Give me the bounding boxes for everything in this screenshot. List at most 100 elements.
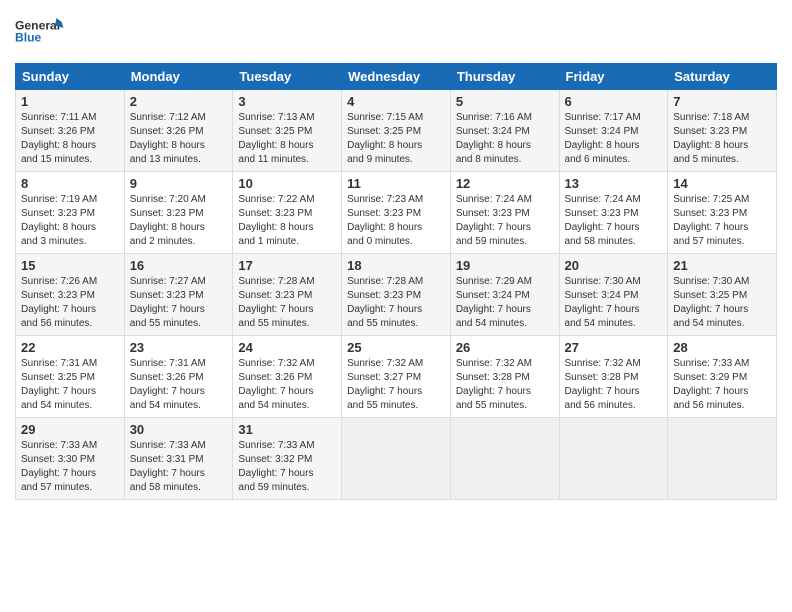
calendar-header-wednesday: Wednesday [342, 64, 451, 90]
day-detail: Sunrise: 7:33 AM Sunset: 3:31 PM Dayligh… [130, 439, 228, 495]
calendar-header-sunday: Sunday [16, 64, 125, 90]
day-number: 21 [673, 258, 771, 273]
day-detail: Sunrise: 7:32 AM Sunset: 3:26 PM Dayligh… [238, 357, 336, 413]
calendar-day-28: 28 Sunrise: 7:33 AM Sunset: 3:29 PM Dayli… [668, 336, 777, 418]
calendar-table: SundayMondayTuesdayWednesdayThursdayFrid… [15, 63, 777, 500]
calendar-day-empty [559, 418, 668, 500]
calendar-day-empty [342, 418, 451, 500]
day-detail: Sunrise: 7:13 AM Sunset: 3:25 PM Dayligh… [238, 111, 336, 167]
day-detail: Sunrise: 7:26 AM Sunset: 3:23 PM Dayligh… [21, 275, 119, 331]
day-detail: Sunrise: 7:30 AM Sunset: 3:24 PM Dayligh… [565, 275, 663, 331]
calendar-day-24: 24 Sunrise: 7:32 AM Sunset: 3:26 PM Dayli… [233, 336, 342, 418]
day-number: 8 [21, 176, 119, 191]
day-number: 29 [21, 422, 119, 437]
day-detail: Sunrise: 7:28 AM Sunset: 3:23 PM Dayligh… [238, 275, 336, 331]
day-detail: Sunrise: 7:32 AM Sunset: 3:28 PM Dayligh… [456, 357, 554, 413]
day-detail: Sunrise: 7:11 AM Sunset: 3:26 PM Dayligh… [21, 111, 119, 167]
day-number: 23 [130, 340, 228, 355]
calendar-day-23: 23 Sunrise: 7:31 AM Sunset: 3:26 PM Dayli… [124, 336, 233, 418]
day-detail: Sunrise: 7:12 AM Sunset: 3:26 PM Dayligh… [130, 111, 228, 167]
calendar-day-19: 19 Sunrise: 7:29 AM Sunset: 3:24 PM Dayli… [450, 254, 559, 336]
calendar-day-22: 22Sunrise: 7:31 AM Sunset: 3:25 PM Dayli… [16, 336, 125, 418]
calendar-week-5: 29 Sunrise: 7:33 AM Sunset: 3:30 PM Dayli… [16, 418, 777, 500]
calendar-day-empty [450, 418, 559, 500]
calendar-day-17: 17 Sunrise: 7:28 AM Sunset: 3:23 PM Dayli… [233, 254, 342, 336]
day-number: 20 [565, 258, 663, 273]
day-number: 1 [21, 94, 119, 109]
day-detail: Sunrise: 7:31 AM Sunset: 3:26 PM Dayligh… [130, 357, 228, 413]
day-number: 7 [673, 94, 771, 109]
calendar-week-4: 22Sunrise: 7:31 AM Sunset: 3:25 PM Dayli… [16, 336, 777, 418]
day-detail: Sunrise: 7:30 AM Sunset: 3:25 PM Dayligh… [673, 275, 771, 331]
day-detail: Sunrise: 7:16 AM Sunset: 3:24 PM Dayligh… [456, 111, 554, 167]
day-number: 3 [238, 94, 336, 109]
day-number: 19 [456, 258, 554, 273]
day-number: 9 [130, 176, 228, 191]
calendar-header-thursday: Thursday [450, 64, 559, 90]
calendar-day-25: 25 Sunrise: 7:32 AM Sunset: 3:27 PM Dayli… [342, 336, 451, 418]
day-number: 16 [130, 258, 228, 273]
day-number: 4 [347, 94, 445, 109]
day-detail: Sunrise: 7:33 AM Sunset: 3:29 PM Dayligh… [673, 357, 771, 413]
day-detail: Sunrise: 7:33 AM Sunset: 3:32 PM Dayligh… [238, 439, 336, 495]
day-number: 30 [130, 422, 228, 437]
day-number: 14 [673, 176, 771, 191]
calendar-header-friday: Friday [559, 64, 668, 90]
calendar-header-tuesday: Tuesday [233, 64, 342, 90]
calendar-day-6: 6 Sunrise: 7:17 AM Sunset: 3:24 PM Daylig… [559, 90, 668, 172]
day-number: 31 [238, 422, 336, 437]
day-detail: Sunrise: 7:22 AM Sunset: 3:23 PM Dayligh… [238, 193, 336, 249]
header: General Blue [15, 10, 777, 55]
day-number: 2 [130, 94, 228, 109]
calendar-day-29: 29 Sunrise: 7:33 AM Sunset: 3:30 PM Dayli… [16, 418, 125, 500]
calendar-day-13: 13 Sunrise: 7:24 AM Sunset: 3:23 PM Dayli… [559, 172, 668, 254]
day-detail: Sunrise: 7:29 AM Sunset: 3:24 PM Dayligh… [456, 275, 554, 331]
day-number: 13 [565, 176, 663, 191]
day-detail: Sunrise: 7:23 AM Sunset: 3:23 PM Dayligh… [347, 193, 445, 249]
calendar-week-3: 15Sunrise: 7:26 AM Sunset: 3:23 PM Dayli… [16, 254, 777, 336]
day-detail: Sunrise: 7:32 AM Sunset: 3:27 PM Dayligh… [347, 357, 445, 413]
day-detail: Sunrise: 7:28 AM Sunset: 3:23 PM Dayligh… [347, 275, 445, 331]
calendar-day-14: 14 Sunrise: 7:25 AM Sunset: 3:23 PM Dayli… [668, 172, 777, 254]
calendar-day-4: 4 Sunrise: 7:15 AM Sunset: 3:25 PM Daylig… [342, 90, 451, 172]
calendar-day-18: 18Sunrise: 7:28 AM Sunset: 3:23 PM Dayli… [342, 254, 451, 336]
calendar-body: 1 Sunrise: 7:11 AM Sunset: 3:26 PM Daylig… [16, 90, 777, 500]
day-detail: Sunrise: 7:19 AM Sunset: 3:23 PM Dayligh… [21, 193, 119, 249]
day-detail: Sunrise: 7:33 AM Sunset: 3:30 PM Dayligh… [21, 439, 119, 495]
day-number: 10 [238, 176, 336, 191]
day-number: 26 [456, 340, 554, 355]
logo-svg: General Blue [15, 10, 65, 55]
day-number: 25 [347, 340, 445, 355]
day-number: 17 [238, 258, 336, 273]
day-number: 12 [456, 176, 554, 191]
logo: General Blue [15, 10, 65, 55]
day-detail: Sunrise: 7:20 AM Sunset: 3:23 PM Dayligh… [130, 193, 228, 249]
calendar-day-2: 2 Sunrise: 7:12 AM Sunset: 3:26 PM Daylig… [124, 90, 233, 172]
day-detail: Sunrise: 7:31 AM Sunset: 3:25 PM Dayligh… [21, 357, 119, 413]
day-detail: Sunrise: 7:24 AM Sunset: 3:23 PM Dayligh… [565, 193, 663, 249]
day-number: 6 [565, 94, 663, 109]
calendar-day-27: 27Sunrise: 7:32 AM Sunset: 3:28 PM Dayli… [559, 336, 668, 418]
calendar-day-20: 20 Sunrise: 7:30 AM Sunset: 3:24 PM Dayli… [559, 254, 668, 336]
day-number: 24 [238, 340, 336, 355]
calendar-day-11: 11Sunrise: 7:23 AM Sunset: 3:23 PM Dayli… [342, 172, 451, 254]
day-detail: Sunrise: 7:25 AM Sunset: 3:23 PM Dayligh… [673, 193, 771, 249]
day-detail: Sunrise: 7:27 AM Sunset: 3:23 PM Dayligh… [130, 275, 228, 331]
calendar-header-row: SundayMondayTuesdayWednesdayThursdayFrid… [16, 64, 777, 90]
calendar-day-12: 12Sunrise: 7:24 AM Sunset: 3:23 PM Dayli… [450, 172, 559, 254]
day-number: 27 [565, 340, 663, 355]
day-number: 28 [673, 340, 771, 355]
calendar-day-3: 3 Sunrise: 7:13 AM Sunset: 3:25 PM Daylig… [233, 90, 342, 172]
calendar-header-monday: Monday [124, 64, 233, 90]
calendar-day-10: 10 Sunrise: 7:22 AM Sunset: 3:23 PM Dayli… [233, 172, 342, 254]
day-detail: Sunrise: 7:15 AM Sunset: 3:25 PM Dayligh… [347, 111, 445, 167]
calendar-day-9: 9 Sunrise: 7:20 AM Sunset: 3:23 PM Daylig… [124, 172, 233, 254]
day-detail: Sunrise: 7:17 AM Sunset: 3:24 PM Dayligh… [565, 111, 663, 167]
calendar-day-26: 26 Sunrise: 7:32 AM Sunset: 3:28 PM Dayli… [450, 336, 559, 418]
calendar-day-16: 16 Sunrise: 7:27 AM Sunset: 3:23 PM Dayli… [124, 254, 233, 336]
svg-text:Blue: Blue [15, 30, 42, 44]
day-detail: Sunrise: 7:18 AM Sunset: 3:23 PM Dayligh… [673, 111, 771, 167]
calendar-day-1: 1 Sunrise: 7:11 AM Sunset: 3:26 PM Daylig… [16, 90, 125, 172]
calendar-day-21: 21 Sunrise: 7:30 AM Sunset: 3:25 PM Dayli… [668, 254, 777, 336]
calendar-header-saturday: Saturday [668, 64, 777, 90]
